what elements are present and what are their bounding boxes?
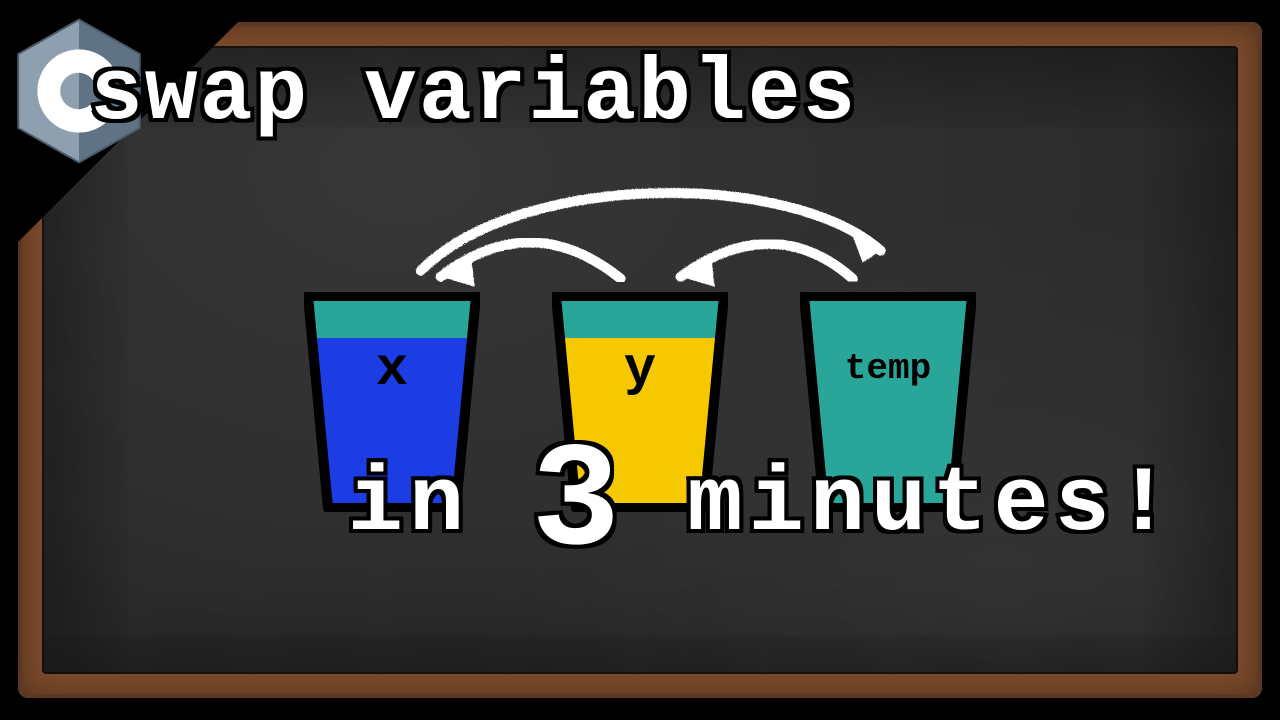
subtitle-suffix: minutes! bbox=[626, 452, 1177, 557]
thumbnail-stage: swap variables x bbox=[0, 0, 1280, 720]
title-text: swap variables bbox=[90, 46, 1280, 145]
subtitle-prefix: in bbox=[348, 452, 532, 557]
subtitle-number: 3 bbox=[531, 453, 626, 557]
subtitle-text: in 3 minutes! bbox=[0, 347, 1280, 662]
